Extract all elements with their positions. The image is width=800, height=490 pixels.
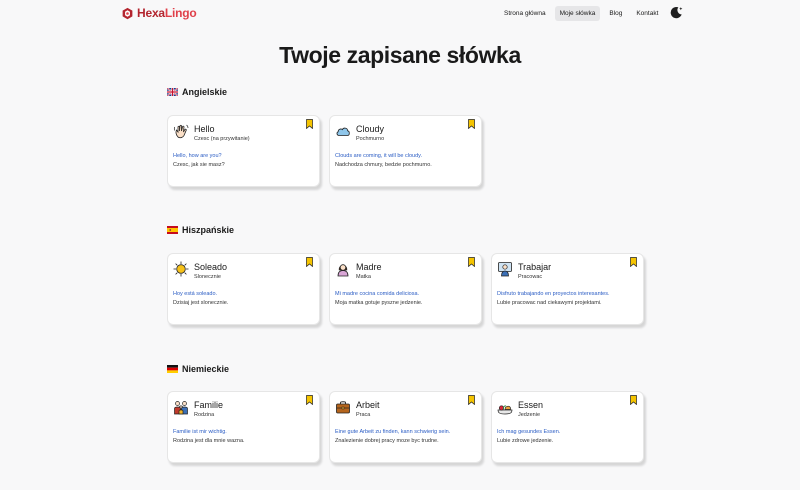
bookmark-icon[interactable] [306, 257, 313, 267]
bookmark-icon[interactable] [630, 395, 637, 405]
nav-my-words[interactable]: Moje słówka [554, 6, 601, 21]
nav-blog[interactable]: Blog [604, 6, 627, 21]
word-card-cloudy[interactable]: Cloudy Pochmurno Clouds are coming, it w… [329, 115, 482, 187]
logo-lingo: Lingo [164, 6, 197, 20]
word-translation: Jedzenie [518, 412, 541, 418]
word-translation: Pracowac [518, 274, 543, 280]
word-text: Hello [194, 124, 215, 134]
word-translation: Czesc (na przywitanie) [194, 136, 250, 142]
example-translation: Nadchodza chmury, bedzie pochmurno. [335, 162, 432, 168]
page-title: Twoje zapisane słówka [279, 42, 521, 68]
word-translation: Pochmurno [356, 136, 385, 142]
word-text: Soleado [194, 262, 228, 272]
example-sentence: Eine gute Arbeit zu finden, kann schwier… [335, 429, 451, 435]
word-translation: Praca [356, 412, 371, 418]
section-header-spanish: Hiszpańskie [167, 225, 234, 235]
logo-icon [122, 7, 133, 19]
word-text: Trabajar [518, 262, 552, 272]
word-text: Cloudy [356, 124, 385, 134]
bookmark-icon[interactable] [630, 257, 637, 267]
waving-hand-icon [173, 124, 189, 139]
word-card-soleado[interactable]: Soleado Slonecznie Hoy está soleado. Dzi… [167, 253, 320, 325]
word-card-essen[interactable]: Essen Jedzenie Ich mag gesundes Essen. L… [491, 391, 644, 463]
bookmark-icon[interactable] [306, 119, 313, 129]
word-card-familie[interactable]: Familie Rodzina Familie ist mir wichtig.… [167, 391, 320, 463]
example-translation: Lubie zdrowe jedzenie. [497, 438, 554, 444]
word-translation: Rodzina [194, 412, 215, 418]
food-icon [497, 405, 513, 415]
cloud-icon [336, 127, 350, 136]
bookmark-icon[interactable] [468, 257, 475, 267]
logo-text: HexaLingo [137, 6, 197, 20]
word-card-hello[interactable]: Hello Czesc (na przywitanie) Hello, how … [167, 115, 320, 187]
example-sentence: Clouds are coming, it will be cloudy. [335, 153, 423, 159]
example-sentence: Disfruto trabajando en proyectos interes… [497, 291, 610, 297]
word-translation: Slonecznie [194, 274, 221, 280]
example-translation: Znalezienie dobrej pracy moze byc trudne… [335, 438, 439, 444]
word-text: Arbeit [356, 400, 380, 410]
briefcase-icon [336, 401, 350, 414]
navbar: HexaLingo Strona główna Moje słówka Blog… [0, 0, 800, 30]
bookmark-icon[interactable] [468, 119, 475, 129]
word-card-trabajar[interactable]: Trabajar Pracowac Disfruto trabajando en… [491, 253, 644, 325]
logo-hexa: Hexa [137, 6, 165, 20]
sun-icon [173, 261, 189, 277]
family-icon [174, 401, 188, 415]
moon-icon[interactable] [669, 5, 684, 20]
section-label: Niemieckie [182, 364, 230, 374]
logo[interactable]: HexaLingo [121, 6, 197, 20]
word-text: Madre [356, 262, 382, 272]
example-sentence: Mi madre cocina comida deliciosa. [335, 291, 420, 297]
word-card-arbeit[interactable]: Arbeit Praca Eine gute Arbeit zu finden,… [329, 391, 482, 463]
germany-flag-icon [167, 365, 178, 373]
word-translation: Matka [356, 274, 371, 280]
example-translation: Rodzina jest dla mnie wazna. [173, 438, 245, 444]
example-translation: Dzisiaj jest slonecznie. [173, 300, 229, 306]
mother-icon [337, 264, 349, 277]
worker-icon [498, 262, 512, 277]
word-text: Essen [518, 400, 544, 410]
example-sentence: Ich mag gesundes Essen. [497, 429, 561, 435]
example-translation: Lubie pracowac nad ciekawymi projektami. [497, 300, 602, 306]
uk-flag-icon [167, 88, 178, 96]
section-label: Angielskie [182, 87, 228, 97]
example-sentence: Hello, how are you? [173, 153, 222, 159]
example-translation: Czesc, jak sie masz? [173, 162, 225, 168]
section-label: Hiszpańskie [182, 225, 235, 235]
example-translation: Moja matka gotuje pyszne jedzenie. [335, 300, 423, 306]
main-nav: Strona główna Moje słówka Blog Kontakt [499, 6, 663, 21]
example-sentence: Familie ist mir wichtig. [173, 429, 227, 435]
bookmark-icon[interactable] [306, 395, 313, 405]
nav-contact[interactable]: Kontakt [631, 6, 663, 21]
section-header-german: Niemieckie [167, 364, 229, 374]
example-sentence: Hoy está soleado. [173, 291, 218, 297]
spain-flag-icon [167, 226, 178, 234]
word-text: Familie [194, 400, 224, 410]
word-card-madre[interactable]: Madre Matka Mi madre cocina comida delic… [329, 253, 482, 325]
bookmark-icon[interactable] [468, 395, 475, 405]
nav-home[interactable]: Strona główna [499, 6, 551, 21]
section-header-english: Angielskie [167, 87, 227, 97]
